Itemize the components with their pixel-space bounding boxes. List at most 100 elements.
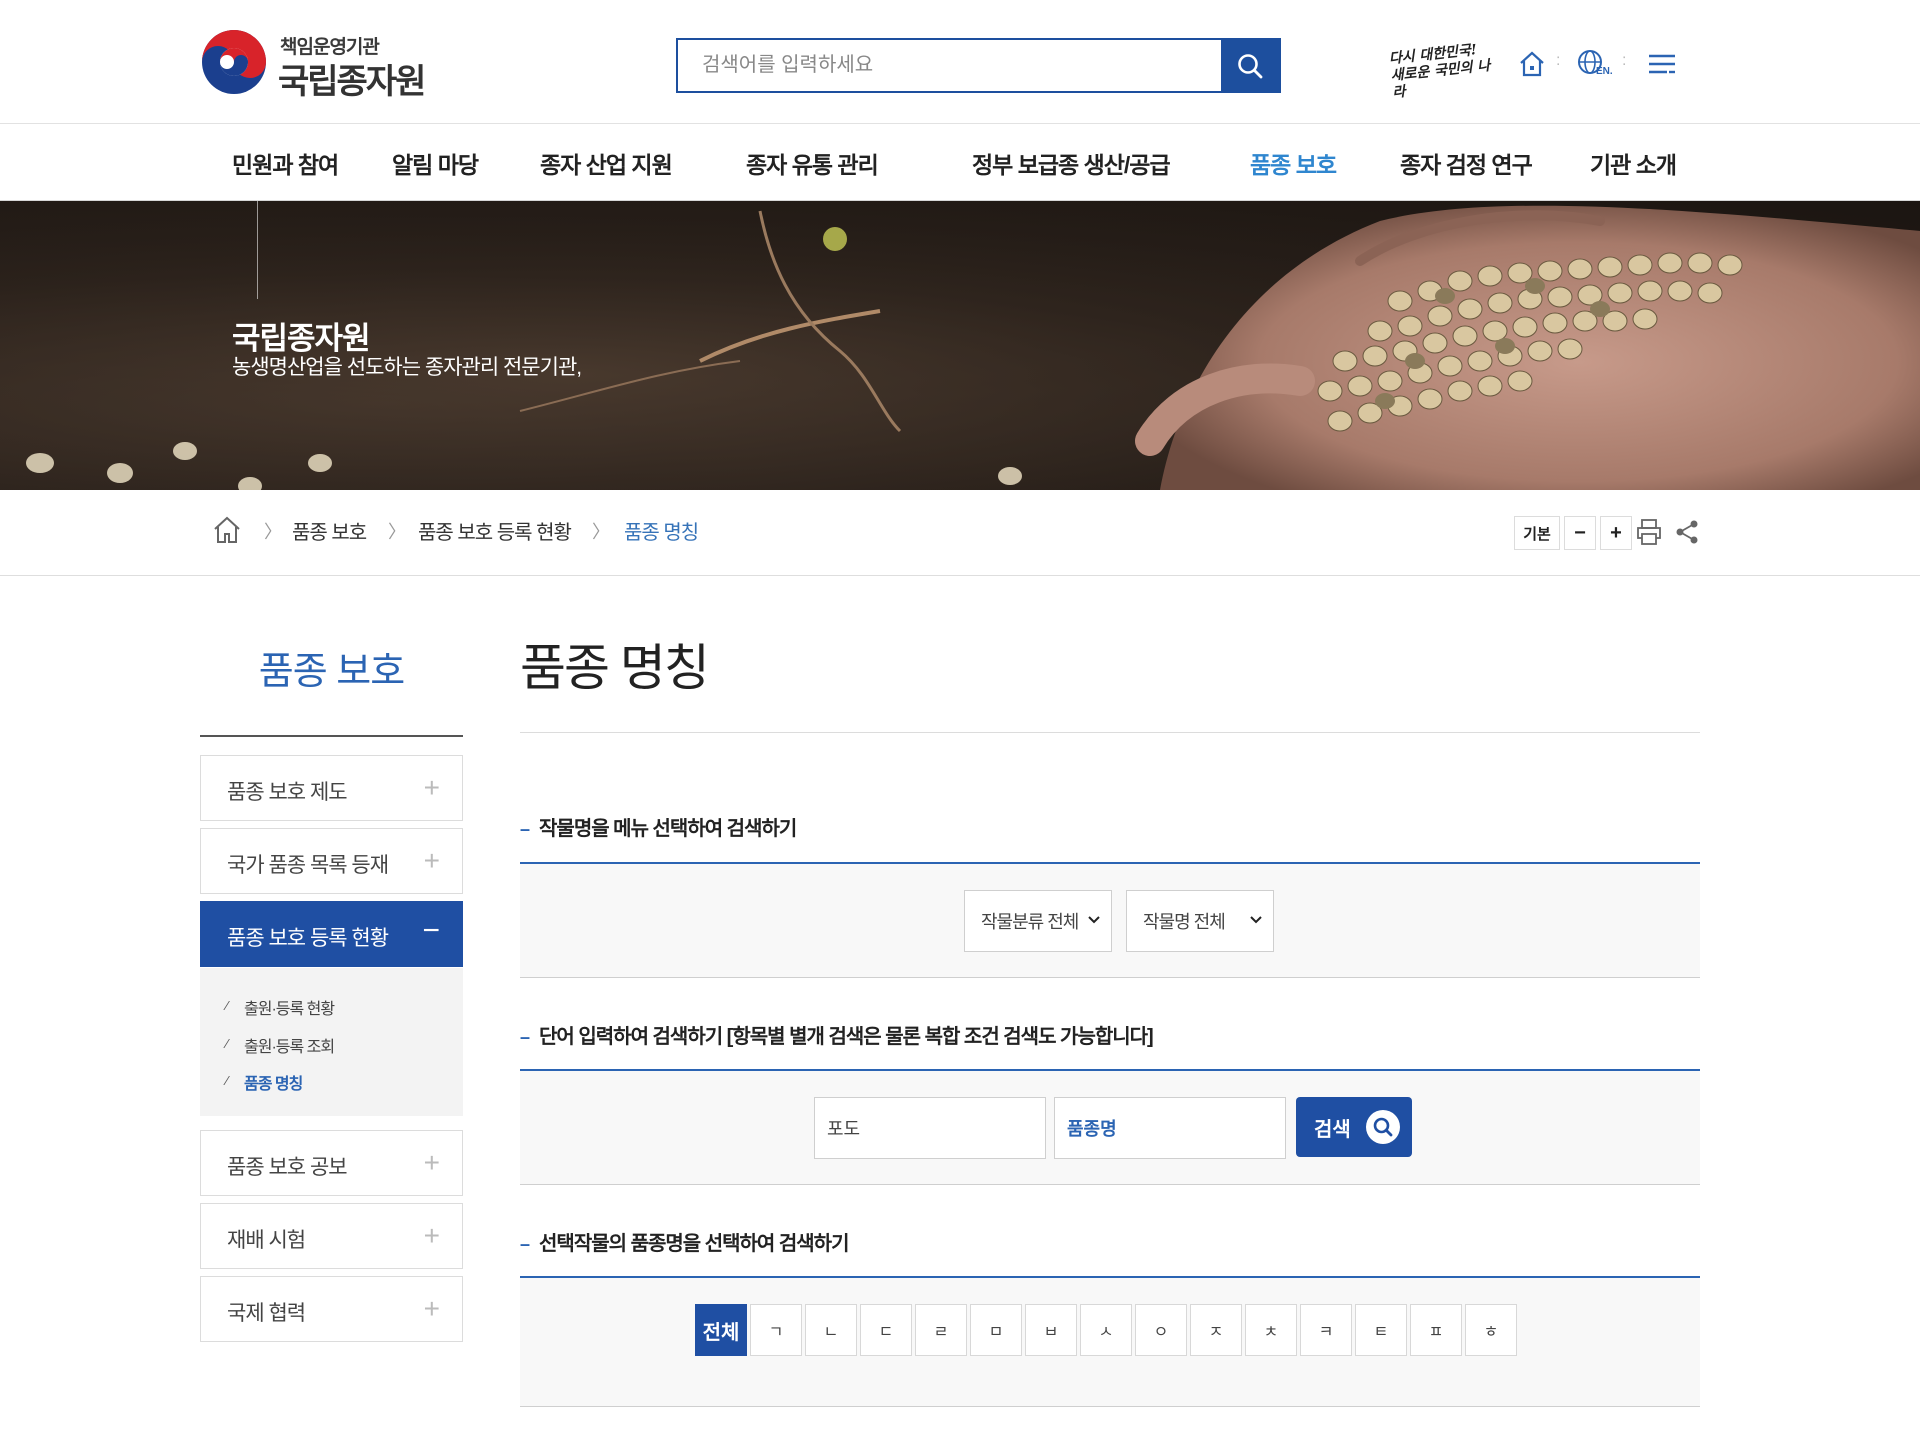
home-icon (1520, 51, 1544, 77)
lnb-submenu: ⁄ 출원·등록 현황 ⁄ 출원·등록 조회 ⁄ 품종 명칭 (200, 968, 463, 1116)
consonant-filter-panel: 전체 ㄱ ㄴ ㄷ ㄹ ㅁ ㅂ ㅅ ㅇ ㅈ ㅊ ㅋ ㅌ ㅍ ㅎ (520, 1276, 1700, 1407)
lnb-item-international[interactable]: 국제 협력 + (200, 1276, 463, 1342)
lnb-item-label: 국가 품종 목록 등재 (227, 854, 389, 877)
lnb-sub-item-application-search[interactable]: 출원·등록 조회 (244, 1033, 335, 1057)
plus-icon: + (423, 1220, 440, 1251)
english-site-button[interactable]: EN. (1574, 44, 1614, 84)
lnb-sub-item-application-status[interactable]: 출원·등록 현황 (244, 995, 335, 1019)
plus-icon: + (423, 845, 440, 876)
lnb-sub-item-variety-name[interactable]: 품종 명칭 (244, 1070, 303, 1094)
slogan-signature: 다시 대한민국! 새로운 국민의 나라 (1388, 42, 1492, 102)
word-search-panel: 포도 품종명 검색 (520, 1069, 1700, 1185)
consonant-button[interactable]: ㄹ (915, 1304, 967, 1356)
hero-description: 농생명산업을 선도하는 종자관리 전문기관, (232, 356, 582, 379)
gnb-item-civil[interactable]: 민원과 참여 (232, 146, 339, 180)
lnb-item-gazette[interactable]: 품종 보호 공보 + (200, 1130, 463, 1196)
lnb-item-label: 재배 시험 (227, 1229, 306, 1252)
site-header: 책임운영기관 국립종자원 다시 대한민국! 새로운 국민의 나라 : EN. : (0, 0, 1920, 124)
breadcrumb-home[interactable] (212, 514, 242, 551)
gnb-item-seed-distribution[interactable]: 종자 유통 관리 (746, 146, 879, 180)
lnb-title: 품종 보호 (258, 651, 405, 693)
hero-banner: 국립종자원 농생명산업을 선도하는 종자관리 전문기관, (0, 201, 1920, 490)
util-separator: : (1556, 52, 1561, 69)
consonant-button[interactable]: ㅇ (1135, 1304, 1187, 1356)
chevron-right-icon: 〉 (388, 522, 406, 542)
share-button[interactable] (1674, 518, 1700, 551)
english-badge: EN. (1596, 66, 1613, 77)
main-navigation: 민원과 참여 알림 마당 종자 산업 지원 종자 유통 관리 정부 보급종 생산… (0, 124, 1920, 201)
consonant-button[interactable]: ㅅ (1080, 1304, 1132, 1356)
breadcrumb-item-current[interactable]: 품종 명칭 (624, 516, 699, 545)
consonant-button[interactable]: ㅋ (1300, 1304, 1352, 1356)
lnb-item-protection-system[interactable]: 품종 보호 제도 + (200, 755, 463, 821)
hamburger-menu-icon (1649, 54, 1675, 74)
gnb-item-seed-testing[interactable]: 종자 검정 연구 (1400, 146, 1533, 180)
gnb-item-government-seed[interactable]: 정부 보급종 생산/공급 (972, 146, 1171, 180)
lnb-item-national-list[interactable]: 국가 품종 목록 등재 + (200, 828, 463, 894)
search-field-select[interactable]: 품종명 (1054, 1097, 1286, 1159)
taegeuk-emblem-icon (202, 30, 266, 94)
consonant-button[interactable]: ㅊ (1245, 1304, 1297, 1356)
section-title: – 작물명을 메뉴 선택하여 검색하기 (520, 818, 797, 840)
gnb-item-seed-industry[interactable]: 종자 산업 지원 (540, 146, 673, 180)
gnb-item-about[interactable]: 기관 소개 (1590, 146, 1677, 180)
hero-divider-line (257, 201, 258, 299)
lnb-item-cultivation-test[interactable]: 재배 시험 + (200, 1203, 463, 1269)
lnb-item-label: 품종 보호 등록 현황 (227, 927, 389, 950)
gnb-item-notice[interactable]: 알림 마당 (392, 146, 479, 180)
logo-title: 국립종자원 (278, 63, 426, 101)
section-title: – 선택작물의 품종명을 선택하여 검색하기 (520, 1233, 850, 1255)
gnb-item-variety-protection[interactable]: 품종 보호 (1250, 146, 1337, 180)
keyword-search-button[interactable]: 검색 (1296, 1097, 1412, 1157)
breadcrumb-item[interactable]: 품종 보호 등록 현황 (418, 516, 572, 545)
plus-icon: + (423, 1293, 440, 1324)
share-icon (1676, 520, 1698, 544)
print-button[interactable] (1636, 518, 1662, 551)
chevron-right-icon: 〉 (264, 522, 282, 542)
chevron-down-icon (1088, 916, 1100, 924)
print-icon (1637, 519, 1661, 545)
consonant-button[interactable]: ㄱ (750, 1304, 802, 1356)
site-search (676, 38, 1281, 93)
search-icon (1366, 1110, 1400, 1144)
search-icon (1238, 53, 1263, 78)
bullet-icon: ⁄ (226, 998, 229, 1013)
search-input[interactable] (678, 40, 1221, 91)
page-title: 품종 명칭 (520, 640, 710, 696)
dash-icon: – (520, 1027, 530, 1047)
lnb-divider (200, 735, 463, 737)
plus-icon: + (423, 1147, 440, 1178)
font-size-increase-button[interactable]: + (1600, 516, 1632, 550)
util-separator: : (1622, 52, 1627, 69)
keyword-input[interactable]: 포도 (814, 1097, 1046, 1159)
consonant-button[interactable]: ㅁ (970, 1304, 1022, 1356)
minus-icon: − (422, 914, 440, 947)
lnb-item-label: 품종 보호 제도 (227, 781, 348, 804)
dash-icon: – (520, 819, 530, 839)
consonant-button[interactable]: ㄷ (860, 1304, 912, 1356)
consonant-button[interactable]: ㅍ (1410, 1304, 1462, 1356)
section-title: – 단어 입력하여 검색하기 [항목별 별개 검색은 물론 복합 조건 검색도 가… (520, 1026, 1154, 1048)
consonant-button[interactable]: ㅎ (1465, 1304, 1517, 1356)
crop-category-select[interactable]: 작물분류 전체 (964, 890, 1112, 952)
sitemap-menu-button[interactable] (1642, 44, 1682, 84)
font-size-decrease-button[interactable]: − (1564, 516, 1596, 550)
consonant-all-button[interactable]: 전체 (695, 1304, 747, 1356)
consonant-button[interactable]: ㅌ (1355, 1304, 1407, 1356)
chevron-right-icon: 〉 (592, 522, 610, 542)
crop-select-panel: 작물분류 전체 작물명 전체 (520, 862, 1700, 978)
chevron-down-icon (1250, 916, 1262, 924)
crop-name-select[interactable]: 작물명 전체 (1126, 890, 1274, 952)
home-button[interactable] (1512, 44, 1552, 84)
lnb-item-label: 국제 협력 (227, 1302, 306, 1325)
lnb-item-registration-status[interactable]: 품종 보호 등록 현황 − (200, 901, 463, 967)
font-size-default-button[interactable]: 기본 (1514, 516, 1560, 550)
site-logo[interactable]: 책임운영기관 국립종자원 (200, 28, 440, 101)
consonant-button[interactable]: ㅂ (1025, 1304, 1077, 1356)
home-icon (214, 516, 240, 543)
search-button[interactable] (1221, 40, 1279, 91)
consonant-button[interactable]: ㅈ (1190, 1304, 1242, 1356)
lnb-item-label: 품종 보호 공보 (227, 1156, 348, 1179)
breadcrumb-item[interactable]: 품종 보호 (292, 516, 367, 545)
consonant-button[interactable]: ㄴ (805, 1304, 857, 1356)
